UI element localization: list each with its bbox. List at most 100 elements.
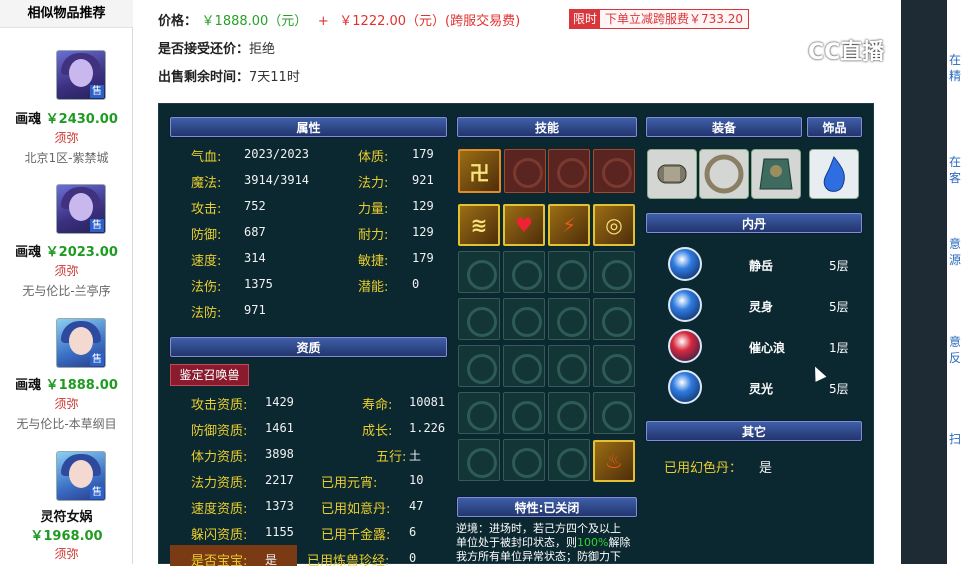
skill-fire-icon[interactable]: ♨ [593, 440, 635, 482]
sold-badge: 售 [90, 219, 104, 232]
aptitude-value: 1429 [265, 395, 294, 409]
bargain-label: 是否接受还价： [158, 42, 250, 57]
empty-skill-slot [458, 439, 500, 481]
locked-skill-slot [548, 149, 590, 193]
trait-header: 特性:已关闭 [457, 497, 637, 517]
item-location: 无与伦比-本草纲目 [16, 417, 117, 431]
attr-value: 129 [412, 199, 434, 213]
equipment-scroll-icon[interactable] [647, 149, 697, 199]
neidan-header: 内丹 [646, 213, 862, 233]
price-plus: + [317, 14, 329, 29]
attr-label: 魔法: [191, 176, 222, 191]
item-location: 北京1区-紫禁城 [24, 151, 109, 165]
aptitude-label: 是否宝宝: [191, 554, 248, 569]
item-avatar[interactable]: 售 [56, 451, 106, 501]
item-server-tag: 须弥 [54, 131, 79, 145]
attr-value: 687 [244, 225, 266, 239]
aptitude-label: 成长: [362, 424, 393, 439]
empty-skill-slot [548, 345, 590, 387]
neidan-name: 灵光 [749, 382, 774, 396]
neidan-name: 催心浪 [749, 341, 786, 355]
pet-detail-panel: 属性 技能 装备 饰品 气血: 2023/2023 魔法: 3914/3914 攻击… [158, 103, 874, 569]
neidan-orb-icon[interactable] [668, 247, 702, 281]
neidan-orb-icon[interactable] [668, 288, 702, 322]
special-skill-icon[interactable]: 卍 [458, 149, 501, 193]
empty-skill-slot [593, 251, 635, 293]
skill-slash-icon[interactable]: ⚡ [548, 204, 590, 246]
sold-badge: 售 [90, 353, 104, 366]
attr-label: 体质: [358, 150, 389, 165]
aptitude-value: 10081 [409, 395, 446, 409]
item-price-row[interactable]: 画魂 ￥1888.00 [0, 374, 133, 393]
aptitude-label: 已用元宵: [321, 476, 378, 491]
attr-label: 潜能: [358, 280, 389, 295]
empty-skill-slot [548, 298, 590, 340]
attr-header: 属性 [170, 117, 447, 137]
attr-value: 314 [244, 251, 266, 265]
aptitude-label: 速度资质: [191, 502, 248, 517]
cc-live-watermark: CC直播 [808, 34, 884, 66]
attr-label: 力量: [358, 202, 389, 217]
item-avatar[interactable]: 售 [56, 184, 106, 234]
price-label: 价格： [158, 14, 198, 29]
attr-label: 耐力: [358, 228, 389, 243]
aptitude-value: 3898 [265, 447, 294, 461]
empty-skill-slot [548, 251, 590, 293]
neidan-name: 静岳 [749, 259, 774, 273]
aptitude-label: 躲闪资质: [191, 528, 248, 543]
empty-skill-slot [593, 392, 635, 434]
attr-label: 防御: [191, 228, 222, 243]
empty-skill-slot [503, 251, 545, 293]
neidan-level: 5层 [829, 259, 849, 273]
aptitude-label: 五行: [376, 450, 407, 465]
item-avatar[interactable]: 售 [56, 50, 106, 100]
aptitude-value: 1.226 [409, 421, 446, 435]
similar-items-sidebar: 相似物品推荐 售 画魂 ￥2430.00 须弥 北京1区-紫禁城 售 画魂 ￥2… [0, 0, 133, 564]
equipment-armor-icon[interactable] [751, 149, 801, 199]
limited-time-discount[interactable]: 限时 下单立减跨服费￥733.20 [569, 9, 750, 29]
equipment-ring-icon[interactable] [699, 149, 749, 199]
aptitude-label: 寿命: [362, 398, 393, 413]
aptitude-label: 防御资质: [191, 424, 248, 439]
item-name-row[interactable]: 灵符女娲 [0, 506, 133, 525]
accessory-flame-icon[interactable] [809, 149, 859, 199]
attr-value: 179 [412, 251, 434, 265]
price-row: 价格： ￥1888.00（元） + ￥1222.00（元）(跨服交易费) [158, 10, 520, 29]
side-widget-card[interactable]: 意源 [947, 212, 962, 292]
side-widget-card[interactable]: 意反 [947, 310, 962, 390]
dye-value: 是 [759, 461, 773, 476]
aptitude-label: 体力资质: [191, 450, 248, 465]
item-price-row[interactable]: 画魂 ￥2023.00 [0, 241, 133, 260]
empty-skill-slot [503, 298, 545, 340]
aptitude-value: 1461 [265, 421, 294, 435]
attr-value: 129 [412, 225, 434, 239]
item-avatar[interactable]: 售 [56, 318, 106, 368]
bargain-row: 是否接受还价：拒绝 [158, 38, 275, 57]
other-header: 其它 [646, 421, 862, 441]
side-widget-card[interactable]: 在客 [947, 130, 962, 210]
side-widget-card[interactable]: 扫 [947, 402, 962, 492]
trait-line: 逆境：进场时，若己方四个及以上 [456, 522, 621, 535]
skill-heart-icon[interactable]: ♥ [503, 204, 545, 246]
item-server-tag: 须弥 [54, 547, 79, 561]
item-price-row[interactable]: 画魂 ￥2430.00 [0, 108, 133, 127]
side-widget-card[interactable]: 在精 [947, 28, 962, 108]
identify-pet-button[interactable]: 鉴定召唤兽 [170, 364, 249, 386]
item-price-row[interactable]: ￥1968.00 [0, 525, 133, 544]
aptitude-value: 土 [409, 449, 422, 463]
attr-value: 0 [412, 277, 420, 291]
attr-label: 法防: [191, 306, 222, 321]
empty-skill-slot [503, 392, 545, 434]
locked-skill-slot [504, 149, 546, 193]
skill-claw-icon[interactable]: ≋ [458, 204, 500, 246]
neidan-level: 1层 [829, 341, 849, 355]
aptitude-label: 法力资质: [191, 476, 248, 491]
neidan-orb-icon[interactable] [668, 370, 702, 404]
aptitude-value: 是 [265, 553, 278, 567]
equip-header: 装备 [646, 117, 802, 137]
item-price: ￥1968.00 [30, 529, 103, 544]
empty-skill-slot [503, 439, 545, 481]
trait-text: 单位处于被封印状态，则 [456, 536, 577, 549]
neidan-orb-icon[interactable] [668, 329, 702, 363]
skill-wave-icon[interactable]: ◎ [593, 204, 635, 246]
